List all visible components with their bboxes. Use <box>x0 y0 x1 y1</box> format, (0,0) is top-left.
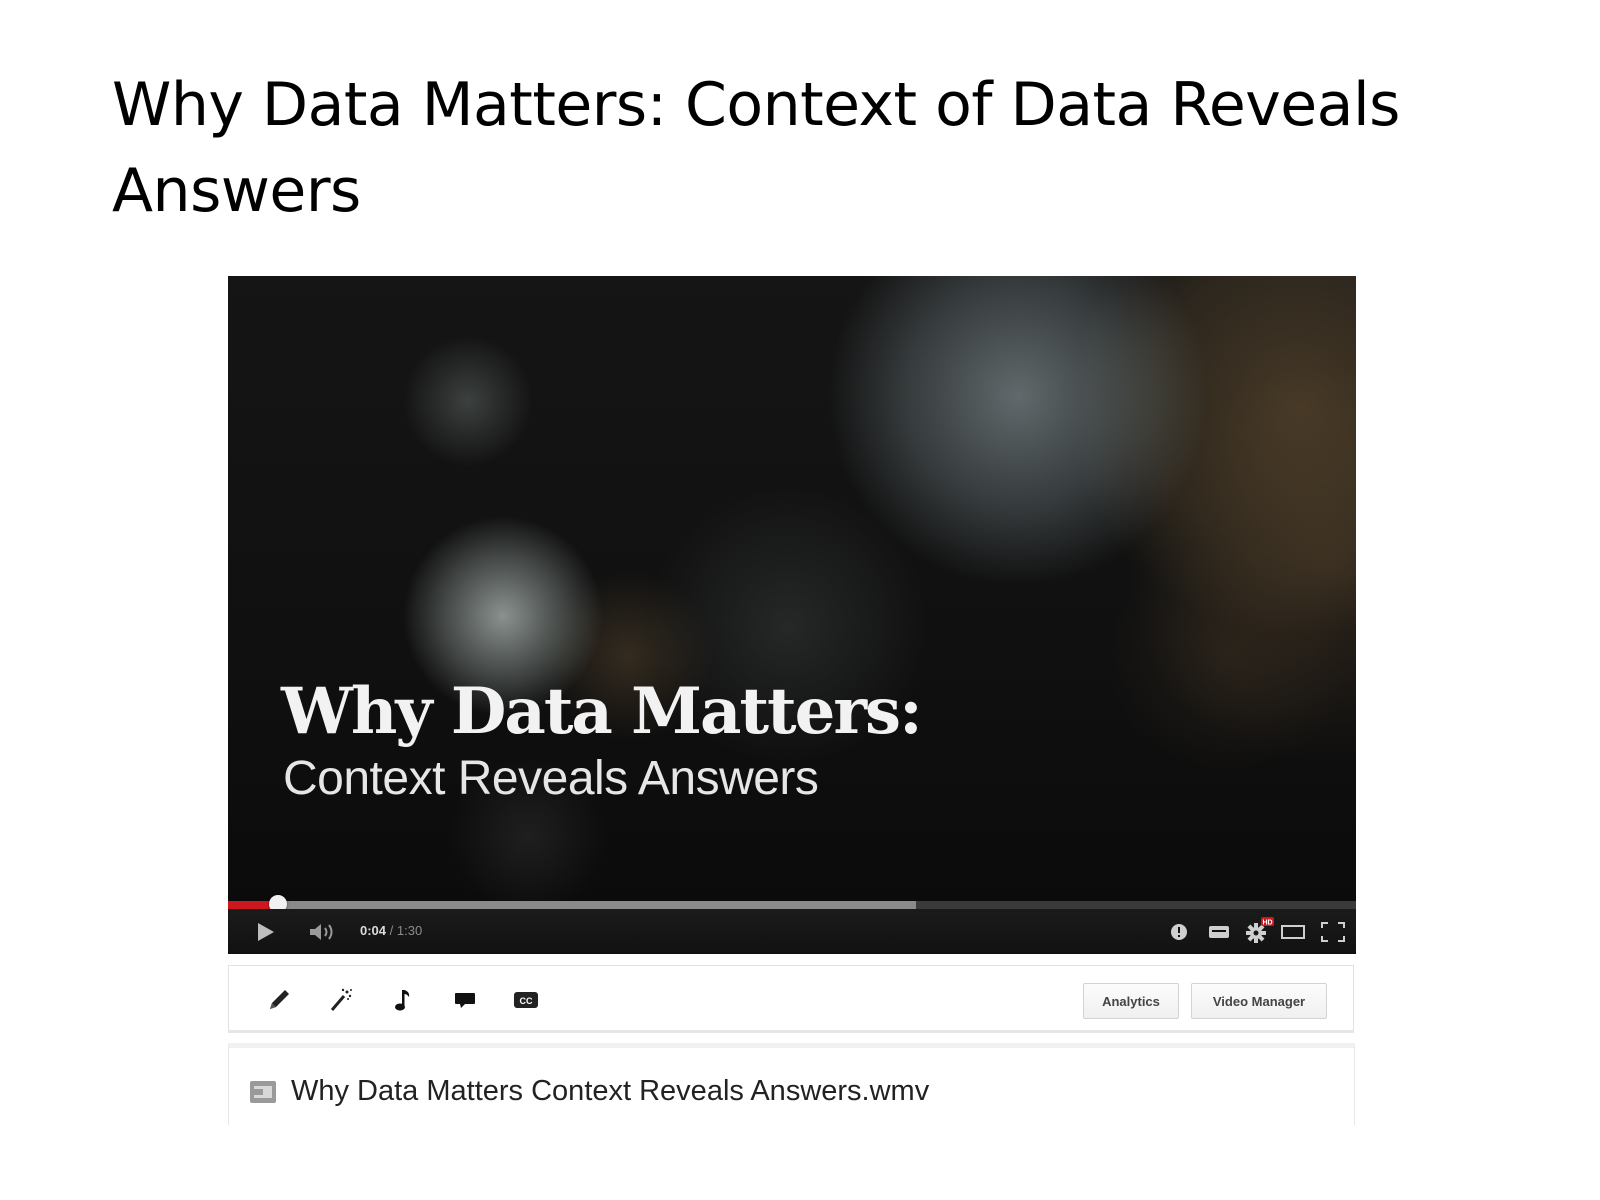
cc-icon: CC <box>514 992 538 1008</box>
current-time: 0:04 <box>360 923 387 938</box>
video-overlay-subtitle: Context Reveals Answers <box>283 752 819 805</box>
slide-title: Why Data Matters: Context of Data Reveal… <box>112 70 1400 226</box>
info-button[interactable] <box>1168 921 1190 943</box>
annotations-tool-button[interactable] <box>450 986 480 1014</box>
progress-buffered <box>228 901 917 909</box>
video-manager-button[interactable]: Video Manager <box>1191 983 1327 1019</box>
enhancements-tool-button[interactable] <box>326 986 356 1014</box>
theater-mode-button[interactable] <box>1278 921 1308 943</box>
analytics-button[interactable]: Analytics <box>1083 983 1179 1019</box>
play-button[interactable] <box>252 919 278 945</box>
duration: 1:30 <box>396 923 423 938</box>
player-control-bar: 0:04 / 1:30 HD <box>228 909 1356 954</box>
video-frame[interactable]: Why Data Matters: Context Reveals Answer… <box>228 276 1356 904</box>
edit-tool-button[interactable] <box>264 986 294 1014</box>
hd-badge: HD <box>1262 920 1272 927</box>
fullscreen-icon <box>1321 922 1345 942</box>
video-file-name: Why Data Matters Context Reveals Answers… <box>291 1075 930 1107</box>
gear-icon: HD <box>1246 917 1274 943</box>
magic-wand-icon <box>330 988 352 1011</box>
file-info-panel: Why Data Matters Context Reveals Answers… <box>228 1043 1355 1125</box>
music-note-icon <box>395 990 410 1011</box>
time-separator: / <box>386 923 397 938</box>
video-file-icon <box>250 1081 276 1103</box>
volume-button[interactable] <box>308 920 338 944</box>
audio-tool-button[interactable] <box>387 986 417 1014</box>
captions-tool-button[interactable]: CC <box>511 986 541 1014</box>
speech-bubble-icon <box>455 993 475 1008</box>
play-icon <box>258 923 274 941</box>
progress-bar[interactable] <box>228 895 1356 913</box>
video-player[interactable]: Why Data Matters: Context Reveals Answer… <box>228 276 1356 954</box>
video-editor-toolbar: CC Analytics Video Manager <box>228 965 1354 1033</box>
video-overlay-title: Why Data Matters: <box>281 674 923 749</box>
theater-mode-icon <box>1281 925 1305 939</box>
cc-label: CC <box>520 996 533 1006</box>
pencil-icon <box>270 990 289 1009</box>
annotations-icon <box>1209 926 1229 938</box>
volume-icon <box>310 924 333 940</box>
annotations-button[interactable] <box>1206 921 1232 943</box>
info-icon <box>1171 924 1187 940</box>
settings-button[interactable]: HD <box>1244 917 1274 945</box>
time-display: 0:04 / 1:30 <box>360 923 422 938</box>
fullscreen-button[interactable] <box>1318 919 1348 945</box>
